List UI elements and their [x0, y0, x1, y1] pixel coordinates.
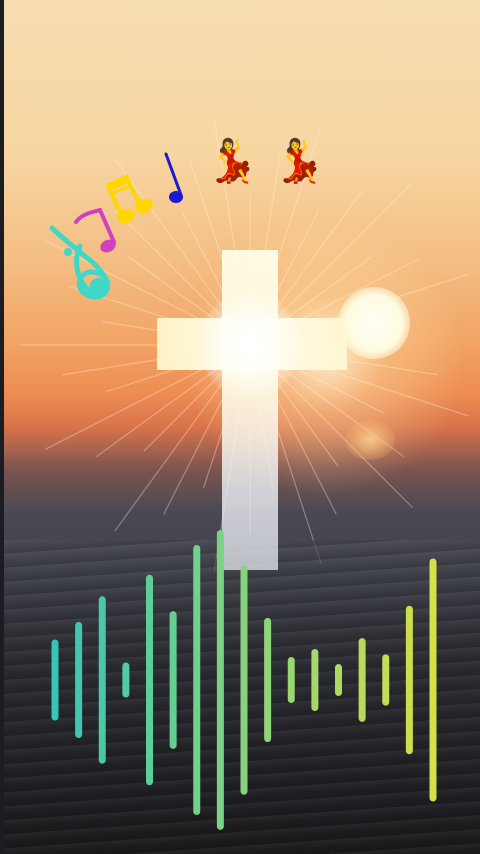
visualizer-bar	[287, 657, 295, 703]
left-edge-bar	[0, 0, 4, 854]
visualizer-bar	[382, 654, 390, 706]
visualizer-bar	[335, 664, 342, 696]
visualizer-bar	[169, 611, 177, 749]
visualizer-bar	[75, 621, 83, 739]
visualizer-bar	[240, 565, 248, 795]
visualizer-bar	[405, 605, 413, 755]
visualizer-bar	[98, 596, 106, 764]
visualizer-bar	[264, 617, 272, 743]
audio-visualizer	[51, 530, 437, 830]
visualizer-bar	[429, 558, 437, 802]
visualizer-bar	[311, 648, 319, 712]
visualizer-bar	[216, 530, 224, 830]
wallpaper-scene: 💃 💃	[0, 0, 480, 854]
visualizer-bar	[51, 639, 59, 721]
visualizer-bar	[146, 574, 153, 786]
visualizer-bar	[122, 662, 130, 698]
visualizer-bar	[358, 638, 366, 722]
visualizer-bar	[193, 545, 201, 815]
